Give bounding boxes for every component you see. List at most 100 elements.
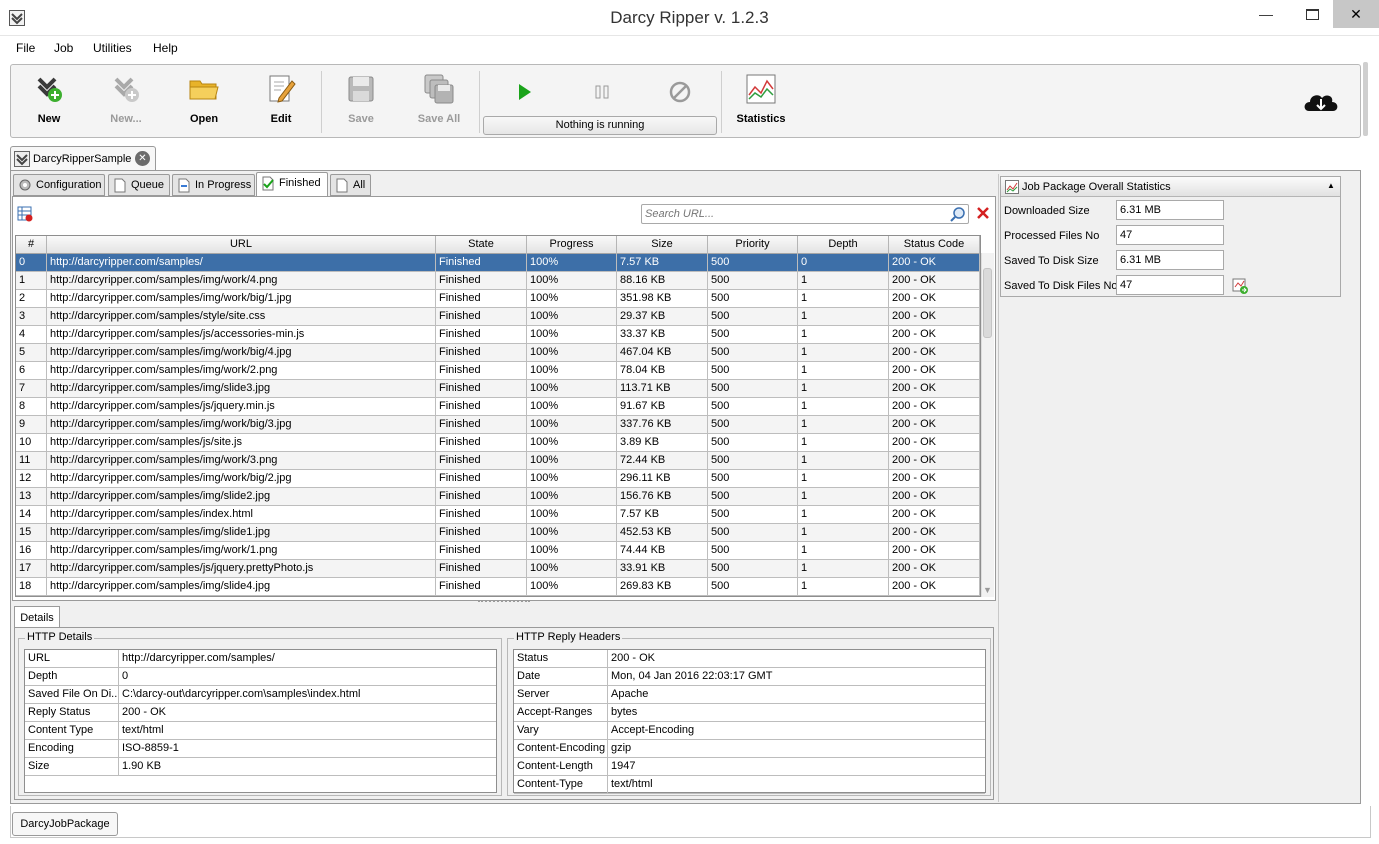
- header-col-priority[interactable]: Priority: [708, 236, 798, 254]
- save-all-label: Save All: [417, 113, 461, 125]
- start-button[interactable]: [513, 81, 535, 103]
- cell-depth: 1: [798, 434, 889, 452]
- tab-finished-label: Finished: [279, 177, 321, 189]
- statistics-button[interactable]: Statistics: [729, 73, 793, 133]
- header-col-index[interactable]: #: [16, 236, 47, 254]
- detail-row[interactable]: Reply Status 200 - OK: [25, 704, 496, 722]
- cell-url: http://darcyripper.com/samples/: [47, 254, 436, 272]
- detail-row[interactable]: Encoding ISO-8859-1: [25, 740, 496, 758]
- stat-value-field[interactable]: 47: [1116, 275, 1224, 295]
- export-table-icon[interactable]: [17, 206, 33, 222]
- cell-index: 12: [16, 470, 47, 488]
- cell-progress: 100%: [527, 254, 617, 272]
- save-all-button[interactable]: Save All: [407, 73, 471, 133]
- stats-header[interactable]: Job Package Overall Statistics ▲: [1001, 177, 1340, 197]
- close-window-button[interactable]: ✕: [1333, 0, 1379, 28]
- gear-icon: [18, 178, 32, 193]
- detail-row[interactable]: Content-Length 1947: [514, 758, 985, 776]
- detail-row[interactable]: Vary Accept-Encoding: [514, 722, 985, 740]
- menu-utilities[interactable]: Utilities: [93, 41, 132, 55]
- header-col-state[interactable]: State: [436, 236, 527, 254]
- table-row[interactable]: 8 http://darcyripper.com/samples/js/jquer…: [16, 398, 980, 416]
- detail-row[interactable]: Size 1.90 KB: [25, 758, 496, 776]
- table-row[interactable]: 16 http://darcyripper.com/samples/img/wor…: [16, 542, 980, 560]
- table-row[interactable]: 4 http://darcyripper.com/samples/js/acces…: [16, 326, 980, 344]
- refresh-stats-icon[interactable]: [1232, 278, 1248, 294]
- header-col-url[interactable]: URL: [47, 236, 436, 254]
- pause-button[interactable]: [591, 81, 613, 103]
- close-tab-icon[interactable]: ✕: [135, 151, 150, 166]
- detail-row[interactable]: Server Apache: [514, 686, 985, 704]
- split-divider[interactable]: [998, 174, 999, 802]
- cell-state: Finished: [436, 488, 527, 506]
- search-input[interactable]: [645, 207, 945, 221]
- toolbar-scrollbar[interactable]: [1363, 62, 1368, 136]
- detail-row[interactable]: Saved File On Di... C:\darcy-out\darcyrip…: [25, 686, 496, 704]
- stat-value-field[interactable]: 47: [1116, 225, 1224, 245]
- table-scrollbar-thumb[interactable]: [983, 268, 992, 338]
- stat-value-field[interactable]: 6.31 MB: [1116, 200, 1224, 220]
- table-row[interactable]: 18 http://darcyripper.com/samples/img/sli…: [16, 578, 980, 596]
- menu-help[interactable]: Help: [153, 41, 178, 55]
- table-row[interactable]: 1 http://darcyripper.com/samples/img/work…: [16, 272, 980, 290]
- save-button[interactable]: Save: [329, 73, 393, 133]
- header-col-status-code[interactable]: Status Code: [889, 236, 980, 254]
- maximize-button[interactable]: [1289, 0, 1335, 28]
- package-tab-darcyjobpackage[interactable]: DarcyJobPackage: [12, 812, 118, 836]
- stop-button[interactable]: [669, 81, 691, 103]
- cell-progress: 100%: [527, 578, 617, 596]
- detail-row[interactable]: Content-Type text/html: [514, 776, 985, 794]
- detail-key: Status: [514, 650, 608, 668]
- tab-in-progress[interactable]: In Progress: [172, 174, 255, 196]
- table-row[interactable]: 15 http://darcyripper.com/samples/img/sli…: [16, 524, 980, 542]
- new-from-button[interactable]: New...: [94, 73, 158, 133]
- detail-row[interactable]: Content Type text/html: [25, 722, 496, 740]
- table-row[interactable]: 0 http://darcyripper.com/samples/Finished…: [16, 254, 980, 272]
- menu-job[interactable]: Job: [54, 41, 73, 55]
- clear-search-icon[interactable]: [976, 206, 990, 220]
- tab-queue[interactable]: Queue: [108, 174, 170, 196]
- cell-progress: 100%: [527, 272, 617, 290]
- cell-state: Finished: [436, 308, 527, 326]
- detail-row[interactable]: Depth 0: [25, 668, 496, 686]
- cell-index: 7: [16, 380, 47, 398]
- table-row[interactable]: 14 http://darcyripper.com/samples/index.h…: [16, 506, 980, 524]
- tab-finished[interactable]: Finished: [256, 172, 328, 197]
- detail-row[interactable]: Accept-Ranges bytes: [514, 704, 985, 722]
- table-row[interactable]: 9 http://darcyripper.com/samples/img/work…: [16, 416, 980, 434]
- tab-all[interactable]: All: [330, 174, 371, 196]
- table-row[interactable]: 11 http://darcyripper.com/samples/img/wor…: [16, 452, 980, 470]
- table-row[interactable]: 13 http://darcyripper.com/samples/img/sli…: [16, 488, 980, 506]
- header-col-progress[interactable]: Progress: [527, 236, 617, 254]
- stat-value-field[interactable]: 6.31 MB: [1116, 250, 1224, 270]
- table-row[interactable]: 2 http://darcyripper.com/samples/img/work…: [16, 290, 980, 308]
- detail-row[interactable]: Status 200 - OK: [514, 650, 985, 668]
- job-tab-darcyrippersample[interactable]: DarcyRipperSample ✕: [10, 146, 156, 170]
- menu-file[interactable]: File: [16, 41, 35, 55]
- edit-button[interactable]: Edit: [249, 73, 313, 133]
- search-icon[interactable]: [950, 206, 966, 222]
- detail-row[interactable]: Date Mon, 04 Jan 2016 22:03:17 GMT: [514, 668, 985, 686]
- collapse-icon[interactable]: ▲: [1327, 181, 1335, 190]
- detail-key: Content-Length: [514, 758, 608, 776]
- scroll-down-icon[interactable]: ▼: [981, 585, 994, 597]
- table-row[interactable]: 10 http://darcyripper.com/samples/js/site…: [16, 434, 980, 452]
- header-col-depth[interactable]: Depth: [798, 236, 889, 254]
- table-row[interactable]: 5 http://darcyripper.com/samples/img/work…: [16, 344, 980, 362]
- cloud-download-button[interactable]: [1301, 87, 1341, 115]
- table-row[interactable]: 3 http://darcyripper.com/samples/style/si…: [16, 308, 980, 326]
- new-job-button[interactable]: New: [17, 73, 81, 133]
- splitter-handle[interactable]: [478, 600, 530, 604]
- detail-row[interactable]: URL http://darcyripper.com/samples/: [25, 650, 496, 668]
- tab-details[interactable]: Details: [14, 606, 60, 628]
- table-row[interactable]: 12 http://darcyripper.com/samples/img/wor…: [16, 470, 980, 488]
- header-col-size[interactable]: Size: [617, 236, 708, 254]
- open-button[interactable]: Open: [172, 73, 236, 133]
- detail-row[interactable]: Content-Encoding gzip: [514, 740, 985, 758]
- minimize-button[interactable]: —: [1243, 0, 1289, 28]
- table-row[interactable]: 7 http://darcyripper.com/samples/img/slid…: [16, 380, 980, 398]
- table-row[interactable]: 6 http://darcyripper.com/samples/img/work…: [16, 362, 980, 380]
- tab-configuration[interactable]: Configuration: [13, 174, 105, 196]
- stat-label: Saved To Disk Size: [1004, 255, 1099, 267]
- table-row[interactable]: 17 http://darcyripper.com/samples/js/jque…: [16, 560, 980, 578]
